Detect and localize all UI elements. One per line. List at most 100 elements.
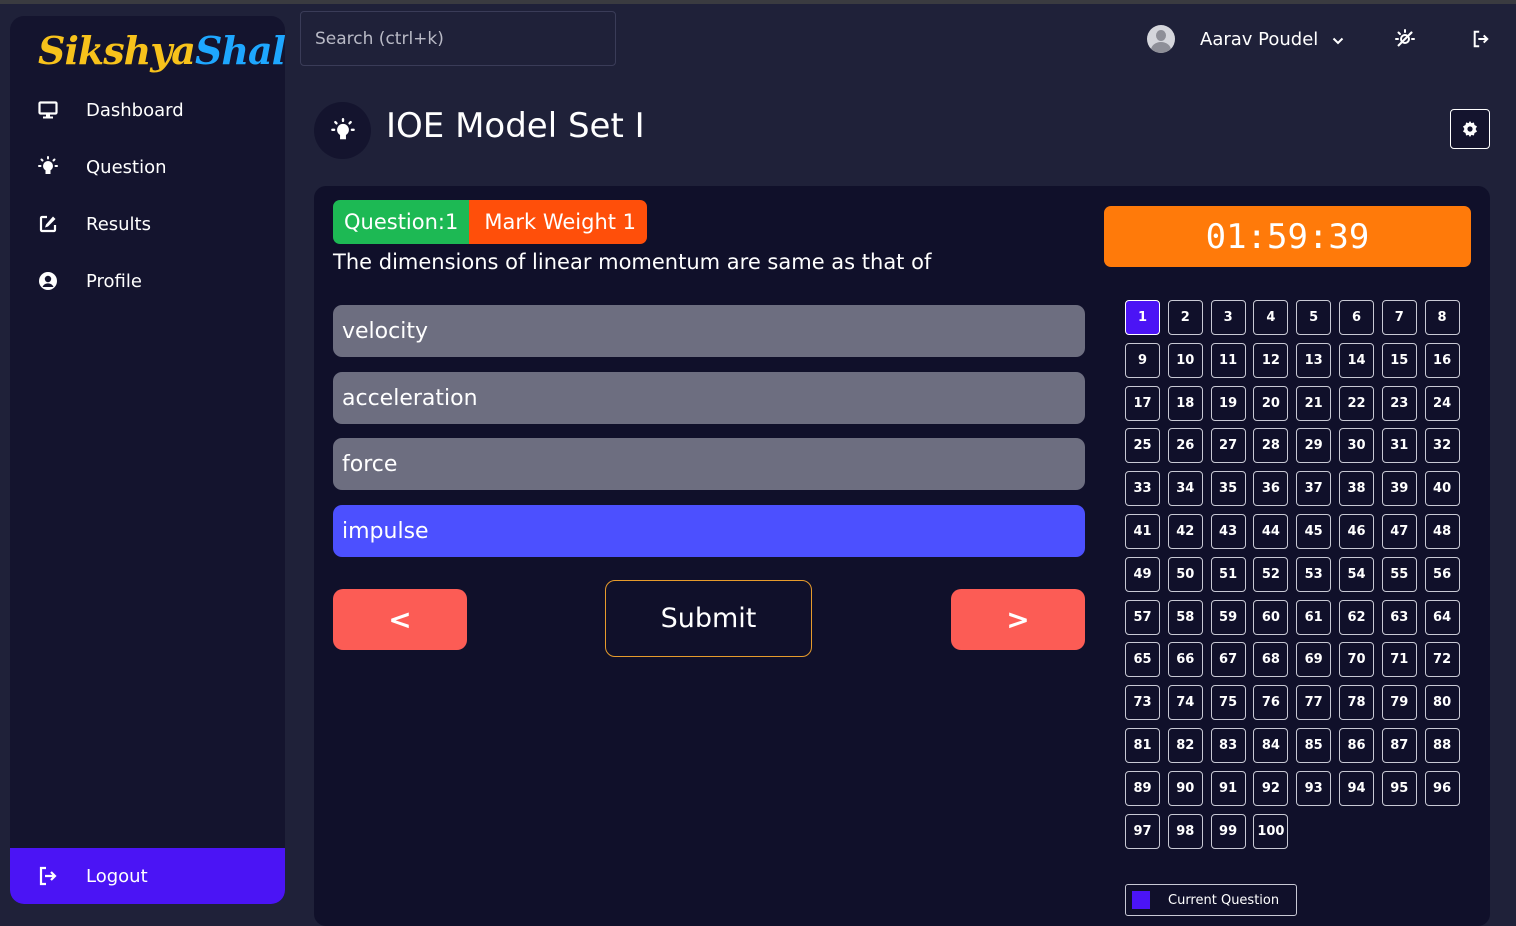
question-nav-button[interactable]: 67 (1210, 642, 1246, 678)
question-nav-button[interactable]: 35 (1210, 471, 1246, 507)
question-nav-button[interactable]: 28 (1253, 428, 1289, 464)
sidebar-item-profile[interactable]: Profile (10, 257, 285, 305)
question-nav-button[interactable]: 72 (1424, 642, 1460, 678)
question-nav-button[interactable]: 56 (1424, 556, 1460, 592)
question-nav-button[interactable]: 86 (1338, 727, 1374, 763)
submit-button[interactable]: Submit (605, 580, 812, 657)
question-nav-button[interactable]: 81 (1125, 727, 1160, 763)
question-nav-button[interactable]: 85 (1296, 727, 1332, 763)
question-nav-button[interactable]: 50 (1167, 556, 1203, 592)
question-nav-button[interactable]: 1 (1125, 300, 1160, 335)
question-nav-button[interactable]: 14 (1338, 342, 1374, 378)
option-b[interactable]: acceleration (333, 372, 1085, 424)
question-nav-button[interactable]: 71 (1381, 642, 1417, 678)
next-button[interactable]: > (951, 589, 1085, 650)
question-nav-button[interactable]: 70 (1338, 642, 1374, 678)
question-nav-button[interactable]: 10 (1167, 342, 1203, 378)
question-nav-button[interactable]: 29 (1296, 428, 1332, 464)
question-nav-button[interactable]: 44 (1253, 513, 1289, 549)
question-nav-button[interactable]: 89 (1125, 770, 1160, 806)
question-nav-button[interactable]: 15 (1381, 342, 1417, 378)
question-nav-button[interactable]: 79 (1381, 685, 1417, 721)
option-a[interactable]: velocity (333, 305, 1085, 357)
question-nav-button[interactable]: 37 (1296, 471, 1332, 507)
question-nav-button[interactable]: 75 (1210, 685, 1246, 721)
question-nav-button[interactable]: 2 (1167, 300, 1203, 335)
question-nav-button[interactable]: 21 (1296, 385, 1332, 421)
question-nav-button[interactable]: 96 (1424, 770, 1460, 806)
question-nav-button[interactable]: 7 (1381, 300, 1417, 335)
question-nav-button[interactable]: 94 (1338, 770, 1374, 806)
question-nav-button[interactable]: 12 (1253, 342, 1289, 378)
user-menu[interactable]: Aarav Poudel (1147, 24, 1344, 54)
question-nav-button[interactable]: 36 (1253, 471, 1289, 507)
sidebar-item-question[interactable]: Question (10, 143, 285, 191)
question-nav-button[interactable]: 32 (1424, 428, 1460, 464)
question-nav-button[interactable]: 53 (1296, 556, 1332, 592)
question-nav-button[interactable]: 77 (1296, 685, 1332, 721)
question-nav-button[interactable]: 74 (1167, 685, 1203, 721)
question-nav-button[interactable]: 84 (1253, 727, 1289, 763)
question-nav-button[interactable]: 25 (1125, 428, 1160, 464)
question-nav-button[interactable]: 9 (1125, 342, 1160, 378)
question-nav-button[interactable]: 33 (1125, 471, 1160, 507)
question-nav-button[interactable]: 22 (1338, 385, 1374, 421)
logout-icon[interactable] (1470, 28, 1492, 50)
question-nav-button[interactable]: 97 (1125, 813, 1160, 849)
question-nav-button[interactable]: 17 (1125, 385, 1160, 421)
question-nav-button[interactable]: 16 (1424, 342, 1460, 378)
question-nav-button[interactable]: 98 (1167, 813, 1203, 849)
question-nav-button[interactable]: 59 (1210, 599, 1246, 635)
question-nav-button[interactable]: 61 (1296, 599, 1332, 635)
question-nav-button[interactable]: 8 (1424, 300, 1460, 335)
question-nav-button[interactable]: 99 (1210, 813, 1246, 849)
search-input[interactable] (300, 11, 616, 66)
question-nav-button[interactable]: 19 (1210, 385, 1246, 421)
question-nav-button[interactable]: 88 (1424, 727, 1460, 763)
question-nav-button[interactable]: 38 (1338, 471, 1374, 507)
question-nav-button[interactable]: 91 (1210, 770, 1246, 806)
question-nav-button[interactable]: 13 (1296, 342, 1332, 378)
question-nav-button[interactable]: 4 (1253, 300, 1289, 335)
question-nav-button[interactable]: 51 (1210, 556, 1246, 592)
question-nav-button[interactable]: 82 (1167, 727, 1203, 763)
question-nav-button[interactable]: 34 (1167, 471, 1203, 507)
question-nav-button[interactable]: 27 (1210, 428, 1246, 464)
question-nav-button[interactable]: 57 (1125, 599, 1160, 635)
question-nav-button[interactable]: 69 (1296, 642, 1332, 678)
question-nav-button[interactable]: 26 (1167, 428, 1203, 464)
theme-toggle-icon[interactable] (1394, 28, 1416, 50)
question-nav-button[interactable]: 41 (1125, 513, 1160, 549)
question-nav-button[interactable]: 42 (1167, 513, 1203, 549)
question-nav-button[interactable]: 68 (1253, 642, 1289, 678)
question-nav-button[interactable]: 93 (1296, 770, 1332, 806)
question-nav-button[interactable]: 76 (1253, 685, 1289, 721)
question-nav-button[interactable]: 90 (1167, 770, 1203, 806)
question-nav-button[interactable]: 54 (1338, 556, 1374, 592)
question-nav-button[interactable]: 80 (1424, 685, 1460, 721)
question-nav-button[interactable]: 100 (1253, 813, 1289, 849)
question-nav-button[interactable]: 95 (1381, 770, 1417, 806)
question-nav-button[interactable]: 60 (1253, 599, 1289, 635)
question-nav-button[interactable]: 87 (1381, 727, 1417, 763)
option-c[interactable]: force (333, 438, 1085, 490)
question-nav-button[interactable]: 30 (1338, 428, 1374, 464)
previous-button[interactable]: < (333, 589, 467, 650)
question-nav-button[interactable]: 47 (1381, 513, 1417, 549)
question-nav-button[interactable]: 5 (1296, 300, 1332, 335)
question-nav-button[interactable]: 45 (1296, 513, 1332, 549)
question-nav-button[interactable]: 48 (1424, 513, 1460, 549)
app-logo[interactable]: SikshyaShala (38, 28, 285, 73)
question-nav-button[interactable]: 92 (1253, 770, 1289, 806)
question-nav-button[interactable]: 62 (1338, 599, 1374, 635)
sidebar-item-results[interactable]: Results (10, 200, 285, 248)
question-nav-button[interactable]: 83 (1210, 727, 1246, 763)
question-nav-button[interactable]: 23 (1381, 385, 1417, 421)
question-nav-button[interactable]: 40 (1424, 471, 1460, 507)
question-nav-button[interactable]: 49 (1125, 556, 1160, 592)
question-nav-button[interactable]: 3 (1210, 300, 1246, 335)
question-nav-button[interactable]: 66 (1167, 642, 1203, 678)
question-nav-button[interactable]: 24 (1424, 385, 1460, 421)
question-nav-button[interactable]: 73 (1125, 685, 1160, 721)
question-nav-button[interactable]: 6 (1338, 300, 1374, 335)
